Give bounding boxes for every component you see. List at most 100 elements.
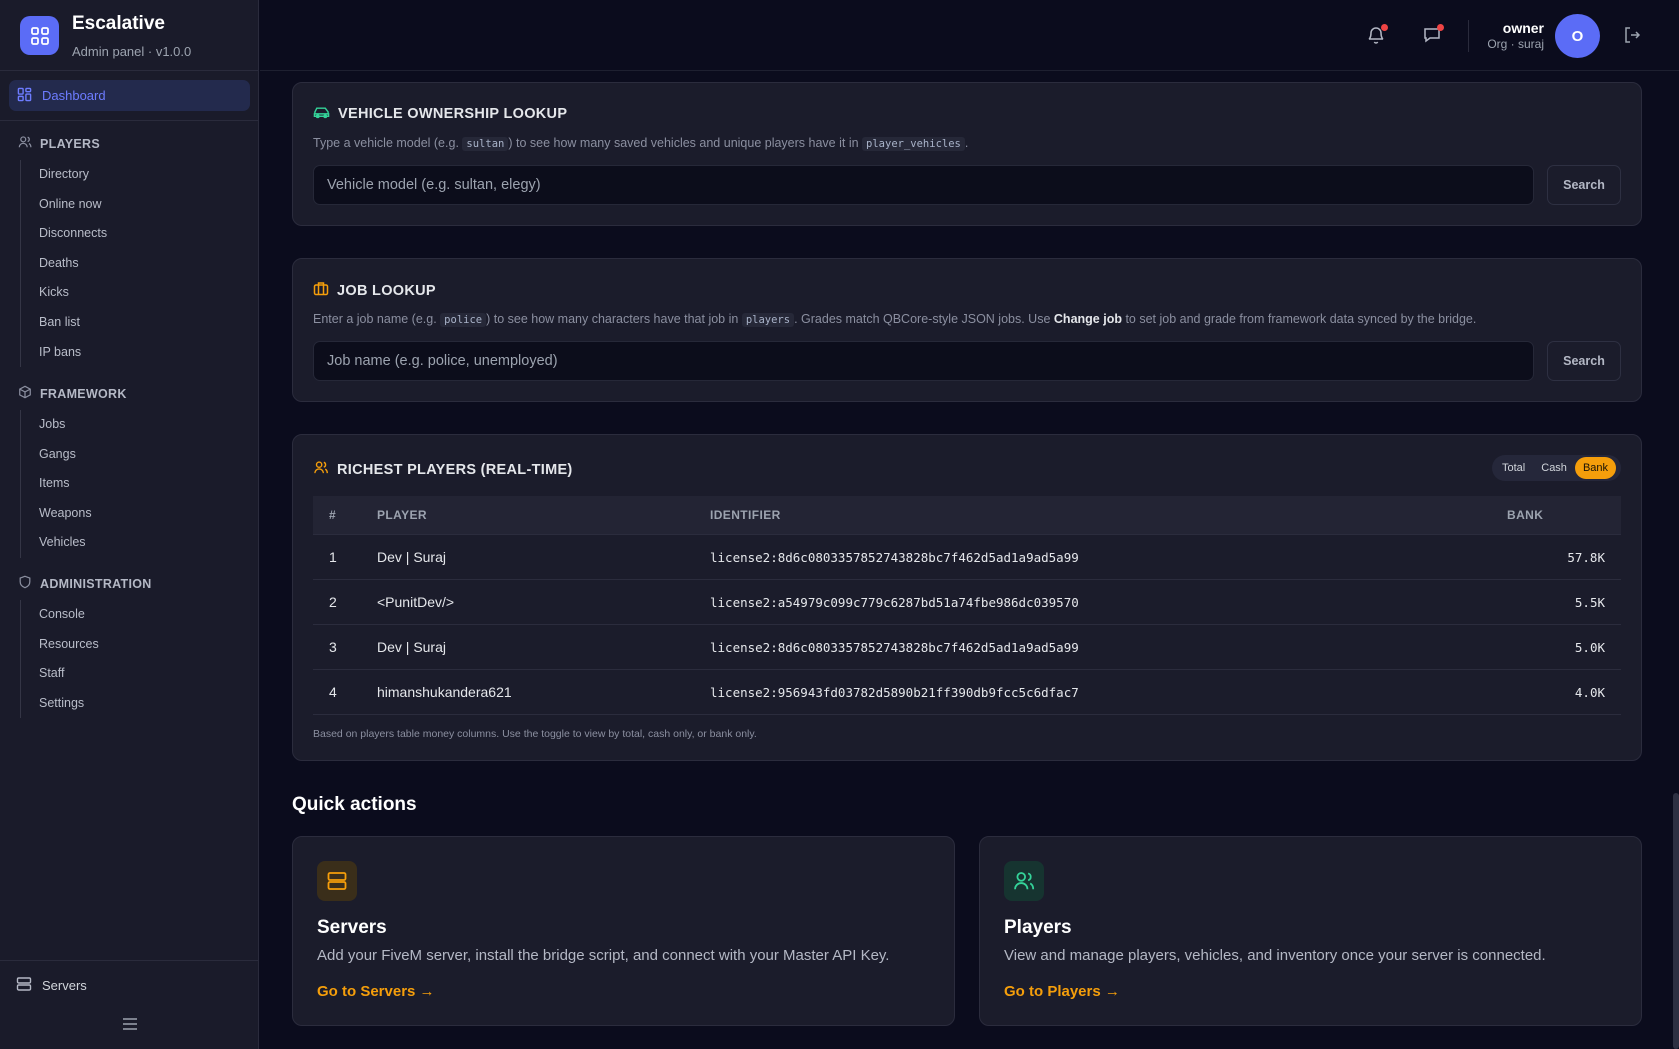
cell-rank: 2 [329,594,337,610]
section-framework[interactable]: FRAMEWORK [18,385,127,402]
richest-players-table: # PLAYER IDENTIFIER BANK 1 Dev | Suraj l… [313,496,1621,715]
job-lookup-card: JOB LOOKUP Enter a job name (e.g. police… [292,258,1642,402]
user-name: owner [1502,20,1544,36]
card-title: JOB LOOKUP [313,281,436,300]
briefcase-icon [313,281,329,300]
job-search-button[interactable]: Search [1547,341,1621,381]
cell-rank: 3 [329,639,337,655]
brand-name: Escalative [72,13,165,34]
sidebar-item-staff[interactable]: Staff [21,659,99,689]
column-header-player: PLAYER [377,508,427,522]
brand-subtitle: Admin panel · v1.0.0 [72,44,192,59]
code-snippet: police [440,313,487,327]
cell-bank: 5.5K [1574,594,1605,610]
players-nav-list: Directory Online now Disconnects Deaths … [20,160,107,368]
toggle-cash[interactable]: Cash [1533,457,1575,479]
divider [0,960,259,961]
section-title: ADMINISTRATION [40,576,152,591]
cell-player: Dev | Suraj [377,549,446,565]
card-title-label: JOB LOOKUP [337,282,436,299]
table-row[interactable]: 2 <PunitDev/> license2:a54979c099c779c62… [313,580,1621,625]
go-to-players-link[interactable]: Go to Players → [1004,983,1120,1000]
sidebar-item-disconnects[interactable]: Disconnects [21,219,107,249]
table-row[interactable]: 1 Dev | Suraj license2:8d6c0803357852743… [313,535,1621,580]
code-snippet: players [741,313,795,327]
user-org: Org · suraj [1487,37,1544,51]
users-icon [1004,861,1044,901]
table-footnote: Based on players table money columns. Us… [313,728,757,740]
sidebar-item-jobs[interactable]: Jobs [21,410,92,440]
quick-action-players[interactable]: Players View and manage players, vehicle… [979,836,1642,1026]
richest-players-card: RICHEST PLAYERS (REAL-TIME) Total Cash B… [292,434,1642,761]
desc-text: to set job and grade from framework data… [1125,312,1477,326]
server-icon [317,861,357,901]
card-title: VEHICLE OWNERSHIP LOOKUP [313,105,567,123]
sidebar-item-dashboard[interactable]: Dashboard [9,80,250,111]
scrollbar[interactable] [1673,793,1679,1049]
car-icon [313,105,330,123]
sidebar-item-settings[interactable]: Settings [21,689,99,719]
sidebar-item-ban-list[interactable]: Ban list [21,308,107,338]
sidebar-item-items[interactable]: Items [21,469,92,499]
quick-action-desc: View and manage players, vehicles, and i… [1004,947,1546,964]
cell-bank: 4.0K [1574,684,1605,700]
sidebar-item-servers[interactable]: Servers [16,976,87,995]
menu-icon[interactable] [121,1016,139,1032]
table-row[interactable]: 4 himanshukandera621 license2:956943fd03… [313,670,1621,715]
card-title: RICHEST PLAYERS (REAL-TIME) [313,460,573,479]
sidebar-item-resources[interactable]: Resources [21,630,99,660]
column-header-identifier: IDENTIFIER [710,508,781,522]
sidebar-item-vehicles[interactable]: Vehicles [21,528,92,558]
sidebar-item-kicks[interactable]: Kicks [21,278,107,308]
section-players[interactable]: PLAYERS [18,135,100,152]
change-job-text: Change job [1053,312,1122,326]
card-description: Enter a job name (e.g. police) to see ho… [313,312,1477,327]
quick-action-servers[interactable]: Servers Add your FiveM server, install t… [292,836,955,1026]
cell-player: himanshukandera621 [377,684,512,700]
table-header: # PLAYER IDENTIFIER BANK [313,496,1621,535]
users-icon [313,460,329,479]
vehicle-model-input[interactable] [313,165,1534,205]
cube-icon [18,385,32,402]
section-administration[interactable]: ADMINISTRATION [18,575,152,592]
table-row[interactable]: 3 Dev | Suraj license2:8d6c0803357852743… [313,625,1621,670]
logout-icon[interactable] [1619,22,1645,48]
money-toggle: Total Cash Bank [1492,455,1621,481]
vehicle-lookup-card: VEHICLE OWNERSHIP LOOKUP Type a vehicle … [292,82,1642,226]
desc-text: Type a vehicle model (e.g. [313,136,459,150]
toggle-bank[interactable]: Bank [1574,457,1617,479]
sidebar: Escalative Admin panel · v1.0.0 Dashboar… [0,0,259,1049]
sidebar-item-directory[interactable]: Directory [21,160,107,190]
cell-identifier: license2:956943fd03782d5890b21ff390db9fc… [710,684,1079,700]
cell-identifier: license2:8d6c0803357852743828bc7f462d5ad… [710,639,1079,655]
sidebar-item-gangs[interactable]: Gangs [21,440,92,470]
cell-rank: 4 [329,684,337,700]
desc-text: ) to see how many characters have that j… [486,312,739,326]
bell-icon[interactable] [1363,22,1389,48]
vehicle-search-button[interactable]: Search [1547,165,1621,205]
divider [1468,20,1469,52]
sidebar-item-console[interactable]: Console [21,600,99,630]
sidebar-item-online-now[interactable]: Online now [21,190,107,220]
divider [0,120,259,121]
desc-text: Enter a job name (e.g. [313,312,437,326]
cell-rank: 1 [329,549,337,565]
cell-bank: 5.0K [1574,639,1605,655]
sidebar-item-label: Servers [42,978,87,993]
sidebar-item-ip-bans[interactable]: IP bans [21,338,107,368]
go-to-servers-link[interactable]: Go to Servers → [317,983,435,1000]
app-grid-icon[interactable] [20,16,59,55]
job-name-input[interactable] [313,341,1534,381]
avatar[interactable]: O [1555,14,1600,58]
message-icon[interactable] [1419,22,1445,48]
quick-actions-title: Quick actions [292,794,417,815]
card-title-label: VEHICLE OWNERSHIP LOOKUP [338,106,568,122]
quick-action-name: Servers [317,917,387,938]
toggle-total[interactable]: Total [1494,457,1533,479]
sidebar-item-weapons[interactable]: Weapons [21,499,92,529]
desc-text: ) to see how many saved vehicles and uni… [508,136,859,150]
column-header-bank: BANK [1507,508,1544,522]
sidebar-item-deaths[interactable]: Deaths [21,249,107,279]
notification-dot [1381,24,1388,31]
code-snippet: player_vehicles [862,137,965,151]
